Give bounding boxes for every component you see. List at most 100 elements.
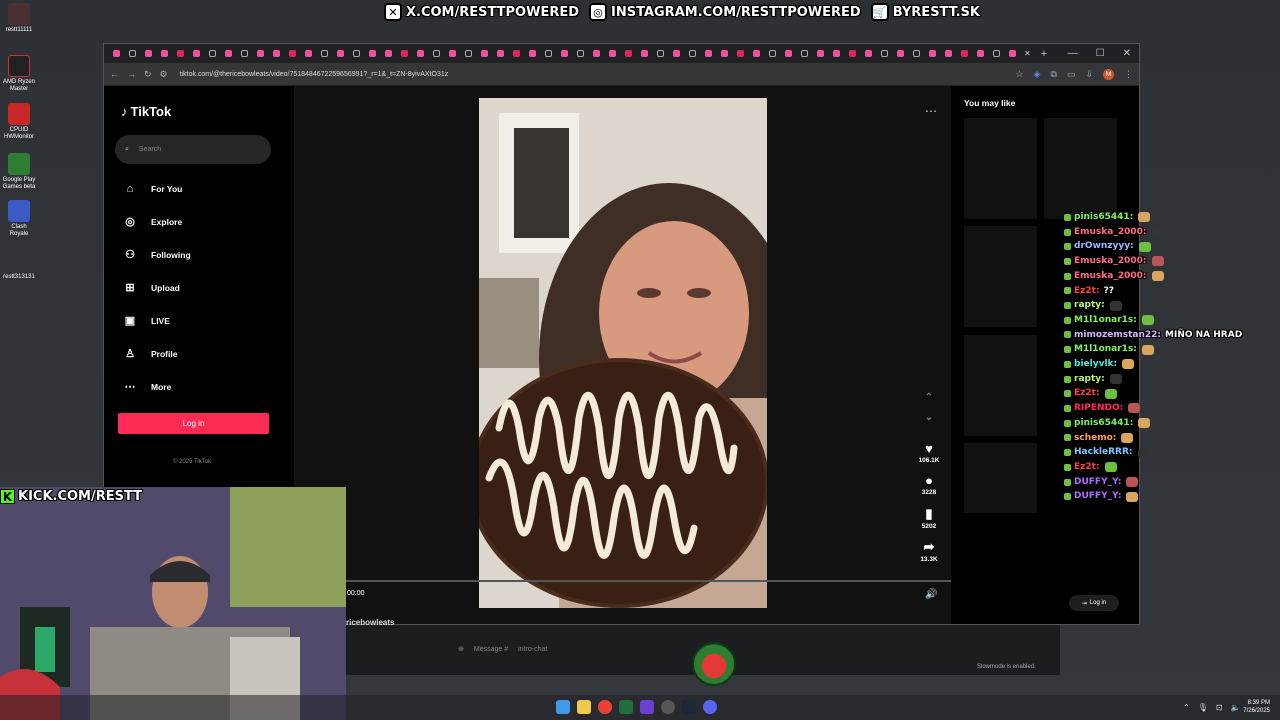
tiktok-logo[interactable]: ♪ TikTok [121,104,171,119]
nav-for-you[interactable]: ⌂ For You [124,183,183,195]
browser-tab[interactable] [476,44,492,63]
browser-tab[interactable] [572,44,588,63]
browser-tab[interactable] [588,44,604,63]
downloads-icon[interactable]: ⇩ [1085,69,1093,80]
taskbar-clock[interactable]: 8:39 PM 7/26/2025 [1243,699,1270,715]
scroll-up-icon[interactable]: ⌃ [914,392,944,403]
nav-live[interactable]: ▣ LIVE [124,315,170,327]
site-info-icon[interactable]: ⚙ [160,69,168,80]
chat-username[interactable]: DUFFY_Y: [1074,475,1121,490]
chat-username[interactable]: Emuska_2000: [1074,225,1147,240]
browser-tab[interactable] [268,44,284,63]
nav-explore[interactable]: ◎ Explore [124,216,182,228]
chat-username[interactable]: Ez2t: [1074,460,1100,475]
login-button[interactable]: Log in [118,413,269,434]
browser-tab[interactable] [444,44,460,63]
search-input[interactable]: ⌕ Search [115,135,271,164]
browser-tab[interactable] [812,44,828,63]
browser-tab[interactable] [428,44,444,63]
browser-tab[interactable] [524,44,540,63]
nav-following[interactable]: ⚇ Following [124,249,191,261]
browser-tab[interactable] [172,44,188,63]
network-icon[interactable]: ⊡ [1216,703,1223,712]
browser-tab[interactable] [188,44,204,63]
chat-username[interactable]: M1l1onar1s: [1074,342,1137,357]
recommended-video[interactable] [964,335,1037,436]
browser-tab[interactable] [508,44,524,63]
speaker-icon[interactable]: 🔈 [1231,703,1241,712]
browser-tab[interactable] [204,44,220,63]
minimize-icon[interactable]: — [1068,48,1078,59]
browser-tab[interactable] [604,44,620,63]
chat-username[interactable]: drOwnzyyy: [1074,239,1134,254]
browser-tab[interactable] [652,44,668,63]
volume-icon[interactable]: 🔊 [925,589,937,600]
browser-tab[interactable] [940,44,956,63]
kick-message-input[interactable]: ⊕ Message # intro-chat [458,638,1058,660]
rec-login-button[interactable]: ⇥ Log in [1069,595,1119,611]
browser-tab[interactable] [492,44,508,63]
scroll-down-icon[interactable]: ⌄ [914,412,944,423]
browser-tab[interactable] [396,44,412,63]
browser-tab[interactable] [716,44,732,63]
browser-tab[interactable] [732,44,748,63]
terminal-icon[interactable] [619,700,633,714]
browser-tab[interactable] [108,44,124,63]
browser-tab[interactable] [540,44,556,63]
more-options-icon[interactable]: ⋯ [925,104,937,118]
chat-username[interactable]: Emuska_2000: [1074,254,1147,269]
recommended-video[interactable] [964,443,1037,513]
browser-tab[interactable] [124,44,140,63]
browser-tab[interactable] [764,44,780,63]
browser-tab[interactable] [844,44,860,63]
chevron-up-icon[interactable]: ⌃ [1183,703,1190,712]
discord-icon[interactable] [703,700,717,714]
profile-avatar[interactable]: M [1103,68,1114,80]
chat-username[interactable]: bielyvlk: [1074,357,1117,372]
chat-username[interactable]: mimozemstan22: [1074,328,1161,343]
extension-icon[interactable]: ◈ [1034,69,1041,80]
recommended-video[interactable] [964,226,1037,327]
nav-more[interactable]: ⋯ More [124,381,172,393]
chat-username[interactable]: pinis65441: [1074,210,1133,225]
add-icon[interactable]: ⊕ [458,645,464,653]
browser-tab[interactable] [956,44,972,63]
browser-tab[interactable] [668,44,684,63]
browser-tab[interactable] [156,44,172,63]
browser-tab[interactable] [316,44,332,63]
browser-tab[interactable] [1004,44,1020,63]
nav-profile[interactable]: ♙ Profile [124,348,177,360]
like-button[interactable]: ♥ 106.1K [914,441,944,464]
back-icon[interactable]: ← [110,69,119,79]
sidebar-icon[interactable]: ▭ [1067,69,1076,80]
desktop-icon-clash-royale[interactable]: Clash Royale [2,200,36,237]
tab-close-icon[interactable]: ✕ [1024,49,1031,58]
url-field[interactable]: tiktok.com/@thericebowleats/video/751848… [180,71,449,78]
chat-username[interactable]: rapty: [1074,372,1105,387]
share-button[interactable]: ➦ 13.3K [914,539,944,563]
recommended-video[interactable] [1044,118,1117,219]
browser-tab[interactable] [412,44,428,63]
forward-icon[interactable]: → [127,69,136,79]
recommended-video[interactable] [964,118,1037,219]
desktop-icon-restt313131[interactable]: restt313131 [2,268,36,281]
chat-username[interactable]: pinis65441: [1074,416,1133,431]
maximize-icon[interactable]: ☐ [1096,48,1105,59]
desktop-icon-restt11111[interactable]: restt11111 [2,3,36,34]
chat-username[interactable]: rapty: [1074,298,1105,313]
browser-tab[interactable] [364,44,380,63]
browser-tab[interactable] [620,44,636,63]
obs-icon[interactable] [640,700,654,714]
browser-tab[interactable] [828,44,844,63]
app-icon[interactable] [661,700,675,714]
browser-tab[interactable] [908,44,924,63]
menu-kebab-icon[interactable]: ⋮ [1124,69,1133,80]
browser-tab[interactable] [140,44,156,63]
browser-tab[interactable] [300,44,316,63]
browser-tab[interactable] [684,44,700,63]
steam-icon[interactable] [682,700,696,714]
browser-tab[interactable] [348,44,364,63]
desktop-icon-google-play-games[interactable]: Google Play Games beta [2,153,36,190]
browser-tab[interactable] [876,44,892,63]
chat-username[interactable]: Emuska_2000: [1074,269,1147,284]
